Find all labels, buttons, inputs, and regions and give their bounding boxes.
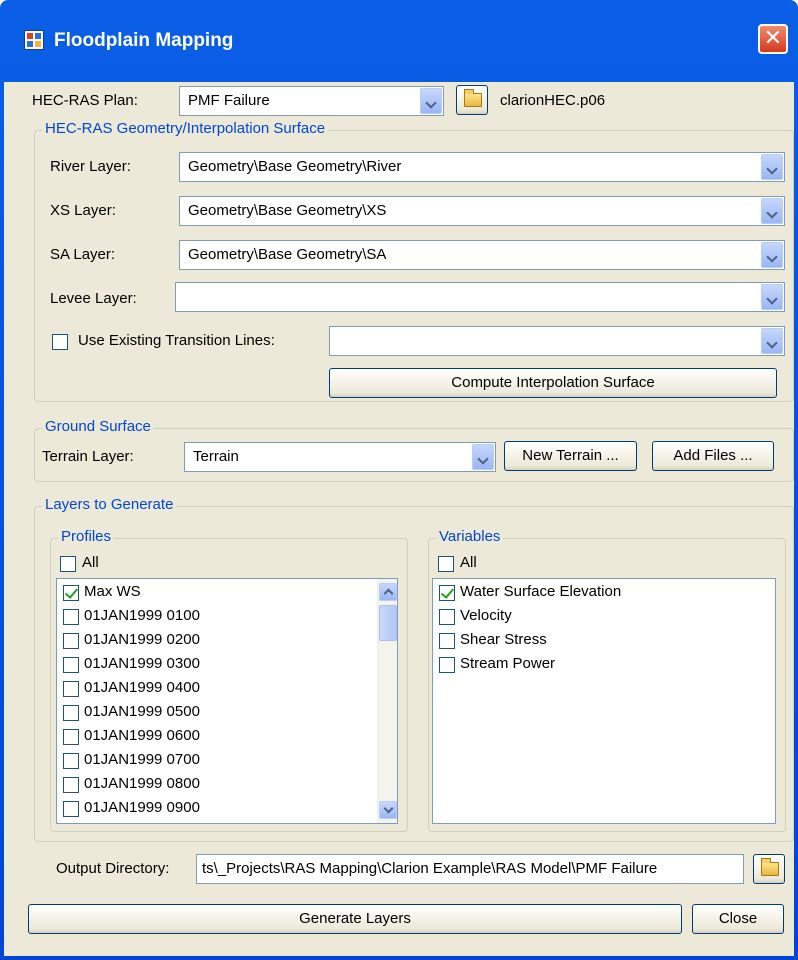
profiles-all-checkbox[interactable] — [60, 556, 76, 572]
list-item-checkbox[interactable] — [439, 633, 455, 649]
chevron-down-icon[interactable] — [761, 328, 783, 354]
ground-surface-legend: Ground Surface — [42, 418, 154, 435]
chevron-down-icon[interactable] — [761, 242, 783, 268]
browse-plan-button[interactable] — [456, 85, 488, 115]
list-item-checkbox[interactable] — [439, 657, 455, 673]
terrain-layer-value: Terrain — [193, 448, 239, 465]
profiles-list[interactable]: Max WS 01JAN1999 0100 01JAN1999 0200 01JAN1… — [56, 578, 398, 824]
chevron-down-icon[interactable] — [761, 154, 783, 180]
profiles-scrollbar[interactable] — [377, 579, 397, 823]
list-item-checkbox[interactable] — [63, 777, 79, 793]
chevron-down-icon[interactable] — [420, 88, 442, 114]
chevron-down-icon[interactable] — [761, 284, 783, 310]
list-item-checkbox[interactable] — [63, 681, 79, 697]
browse-output-button[interactable] — [753, 854, 785, 884]
plan-file-name: clarionHEC.p06 — [500, 92, 606, 109]
river-layer-select[interactable]: Geometry\Base Geometry\River — [179, 152, 785, 182]
compute-interpolation-surface-button[interactable]: Compute Interpolation Surface — [329, 368, 777, 398]
xs-layer-label: XS Layer: — [50, 202, 116, 219]
list-item-label: Max WS — [84, 583, 141, 600]
list-item-label: 01JAN1999 1000 — [84, 823, 200, 824]
list-item-label: 01JAN1999 0600 — [84, 727, 200, 744]
title-bar[interactable]: Floodplain Mapping ✕ — [4, 0, 794, 82]
river-layer-value: Geometry\Base Geometry\River — [188, 158, 402, 175]
plan-label: HEC-RAS Plan: — [32, 92, 138, 109]
chevron-down-icon[interactable] — [761, 198, 783, 224]
list-item-checkbox[interactable] — [63, 633, 79, 649]
use-transition-lines-checkbox[interactable] — [52, 334, 68, 350]
sa-layer-label: SA Layer: — [50, 246, 116, 263]
list-item-label: 01JAN1999 0700 — [84, 751, 200, 768]
transition-lines-select[interactable] — [329, 326, 785, 356]
variables-legend: Variables — [436, 528, 504, 545]
close-window-button[interactable]: ✕ — [758, 24, 788, 54]
list-item-checkbox[interactable] — [63, 609, 79, 625]
list-item-label: 01JAN1999 0300 — [84, 655, 200, 672]
window-title: Floodplain Mapping — [54, 30, 234, 51]
xs-layer-value: Geometry\Base Geometry\XS — [188, 202, 387, 219]
list-item-checkbox[interactable] — [63, 585, 79, 601]
output-directory-label: Output Directory: — [56, 860, 170, 877]
layers-to-generate-legend: Layers to Generate — [42, 496, 177, 513]
plan-select-value: PMF Failure — [188, 92, 270, 109]
list-item-label: 01JAN1999 0500 — [84, 703, 200, 720]
floodplain-mapping-window: Floodplain Mapping ✕ HEC-RAS Plan: PMF F… — [0, 0, 798, 960]
geometry-group-legend: HEC-RAS Geometry/Interpolation Surface — [42, 120, 329, 137]
scroll-thumb[interactable] — [379, 605, 397, 641]
profiles-legend: Profiles — [58, 528, 115, 545]
river-layer-label: River Layer: — [50, 158, 131, 175]
list-item-checkbox[interactable] — [63, 801, 79, 817]
plan-select[interactable]: PMF Failure — [179, 86, 444, 116]
scroll-up-icon[interactable] — [379, 583, 397, 601]
list-item-label: 01JAN1999 0200 — [84, 631, 200, 648]
variables-list[interactable]: Water Surface Elevation Velocity Shear Str… — [432, 578, 776, 824]
chevron-down-icon[interactable] — [472, 444, 494, 470]
terrain-layer-label: Terrain Layer: — [42, 448, 134, 465]
list-item-label: 01JAN1999 0100 — [84, 607, 200, 624]
list-item-label: Velocity — [460, 607, 512, 624]
new-terrain-button[interactable]: New Terrain ... — [504, 441, 637, 471]
close-button[interactable]: Close — [692, 904, 784, 934]
list-item-checkbox[interactable] — [63, 729, 79, 745]
output-directory-input[interactable]: ts\_Projects\RAS Mapping\Clarion Example… — [196, 854, 744, 884]
levee-layer-select[interactable] — [175, 282, 785, 312]
folder-open-icon — [761, 858, 779, 876]
dialog-body: HEC-RAS Plan: PMF Failure clarionHEC.p06… — [4, 82, 794, 956]
folder-open-icon — [464, 89, 482, 107]
list-item-checkbox[interactable] — [63, 753, 79, 769]
terrain-layer-select[interactable]: Terrain — [184, 442, 496, 472]
xs-layer-select[interactable]: Geometry\Base Geometry\XS — [179, 196, 785, 226]
generate-layers-button[interactable]: Generate Layers — [28, 904, 682, 934]
levee-layer-label: Levee Layer: — [50, 290, 137, 307]
list-item-label: 01JAN1999 0800 — [84, 775, 200, 792]
sa-layer-select[interactable]: Geometry\Base Geometry\SA — [179, 240, 785, 270]
scroll-down-icon[interactable] — [379, 801, 397, 819]
profiles-all-label: All — [82, 554, 99, 571]
list-item-checkbox[interactable] — [439, 609, 455, 625]
add-files-button[interactable]: Add Files ... — [652, 441, 774, 471]
list-item-label: Stream Power — [460, 655, 556, 672]
list-item-label: Water Surface Elevation — [460, 583, 622, 600]
list-item-label: 01JAN1999 0400 — [84, 679, 200, 696]
list-item-checkbox[interactable] — [63, 705, 79, 721]
app-icon — [24, 30, 44, 50]
list-item-checkbox[interactable] — [439, 585, 455, 601]
variables-all-label: All — [460, 554, 477, 571]
list-item-label: Shear Stress — [460, 631, 547, 648]
use-transition-lines-label: Use Existing Transition Lines: — [78, 332, 275, 349]
list-item-checkbox[interactable] — [63, 657, 79, 673]
sa-layer-value: Geometry\Base Geometry\SA — [188, 246, 387, 263]
list-item-label: 01JAN1999 0900 — [84, 799, 200, 816]
variables-all-checkbox[interactable] — [438, 556, 454, 572]
